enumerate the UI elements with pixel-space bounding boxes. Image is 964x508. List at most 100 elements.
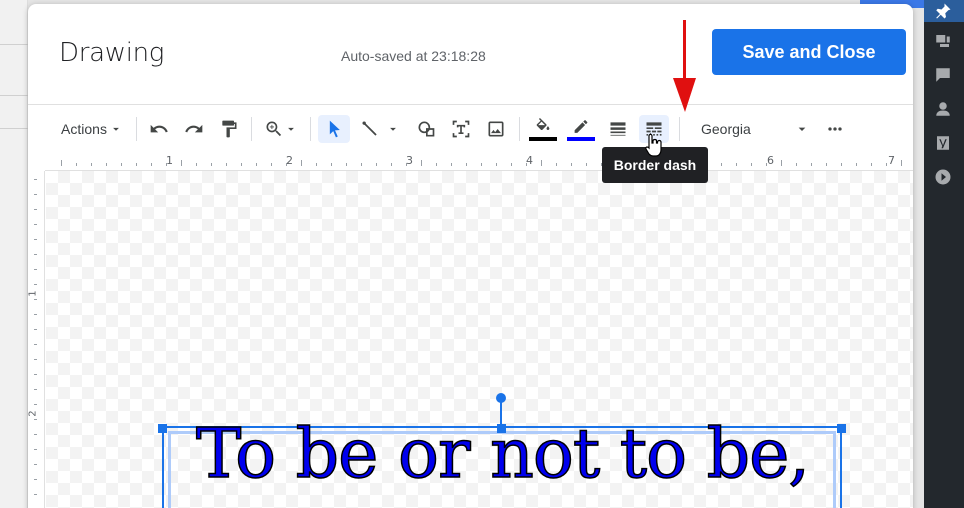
ruler-tick [766,163,767,166]
ruler-tick [34,374,37,375]
zoom-menu[interactable] [259,115,303,143]
ruler-tick [406,163,407,166]
ruler-tick [346,163,347,166]
ruler-tick [226,163,227,166]
ruler-tick [34,359,37,360]
ruler-tick [556,163,557,166]
chevron-down-icon [390,127,396,131]
ruler-tick [901,160,902,166]
ruler-tick [34,404,37,405]
resize-handle[interactable] [837,424,846,433]
save-and-close-button[interactable]: Save and Close [712,29,906,75]
paint-format-button[interactable] [215,115,243,143]
dialog-title: Drawing [59,38,165,68]
line-icon [362,121,377,136]
resize-handle[interactable] [158,424,167,433]
ruler-tick [271,163,272,166]
ruler-tick [511,163,512,166]
user-icon[interactable] [932,98,954,120]
more-horizontal-icon [828,127,842,131]
more-options-button[interactable] [821,115,849,143]
zoom-icon [266,121,282,137]
font-name: Georgia [701,121,751,137]
ruler-tick [391,163,392,166]
ruler-tick [34,284,37,285]
ruler-number: 4 [526,154,533,167]
ruler-tick [586,163,587,166]
play-icon[interactable] [932,166,954,188]
ruler-tick [106,163,107,166]
ruler-tick [211,163,212,166]
ruler-tick [796,163,797,166]
border-weight-icon [610,122,626,136]
ruler-tick [34,239,37,240]
ruler-number: 1 [166,154,173,167]
fill-color-swatch [529,136,557,141]
annotation-arrow [673,20,697,115]
ruler-tick [34,269,37,270]
ruler-number: 7 [888,154,895,167]
ruler-tick [376,163,377,166]
ruler-tick [34,479,37,480]
chevron-down-icon [288,127,294,131]
ruler-number: 3 [406,154,413,167]
ruler-tick [871,163,872,166]
ruler-tick [196,163,197,166]
ruler-tick [34,329,37,330]
image-button[interactable] [482,115,510,143]
undo-button[interactable] [145,115,173,143]
ruler-tick [181,160,182,166]
ruler-tick [856,163,857,166]
ruler-tick [34,299,37,300]
ruler-tick [736,163,737,166]
ruler-number: 2 [286,154,293,167]
ruler-tick [34,224,37,225]
redo-button[interactable] [180,115,208,143]
font-select[interactable]: Georgia [691,115,816,143]
cursor-arrow-icon [329,120,340,138]
chevron-down-icon [113,127,119,131]
ruler-tick [34,194,37,195]
ruler-tick [721,163,722,166]
shape-tool-button[interactable] [412,115,440,143]
border-color-button[interactable] [566,115,596,143]
ruler-tick [34,494,37,495]
rotation-handle[interactable] [496,393,506,403]
pin-icon[interactable] [932,0,954,22]
chevron-down-icon [798,127,806,131]
paint-bucket-icon [536,117,550,130]
ruler-tick [34,314,37,315]
ruler-tick [34,434,37,435]
line-tool-menu[interactable] [356,115,404,143]
border-weight-button[interactable] [604,115,632,143]
ruler-tick [571,163,572,166]
ruler-tick [526,163,527,166]
image-icon [488,121,504,137]
ruler-number: 1 [28,290,39,297]
fill-color-button[interactable] [528,115,558,143]
ruler-tick [826,163,827,166]
ruler-tick [751,163,752,166]
ruler-tick [436,163,437,166]
background-document [0,0,28,508]
redo-icon [185,124,203,133]
ruler-tick [241,163,242,166]
media-icon[interactable] [932,30,954,52]
horizontal-ruler: 1 2 3 4 6 7 [45,153,913,171]
ruler-tick [811,163,812,166]
text-box-button[interactable] [447,115,475,143]
actions-menu[interactable]: Actions [58,115,126,143]
ruler-tick [541,160,542,166]
comment-icon[interactable] [932,64,954,86]
hand-cursor-icon [645,133,662,157]
vertical-ruler: 1 2 [28,171,45,508]
select-tool-button[interactable] [318,115,350,143]
ruler-tick [451,163,452,166]
actions-label: Actions [61,121,107,137]
ruler-tick [286,163,287,166]
yoast-icon[interactable] [932,132,954,154]
ruler-tick [361,163,362,166]
ruler-tick [496,163,497,166]
paint-roller-icon [222,120,237,138]
ruler-tick [151,163,152,166]
